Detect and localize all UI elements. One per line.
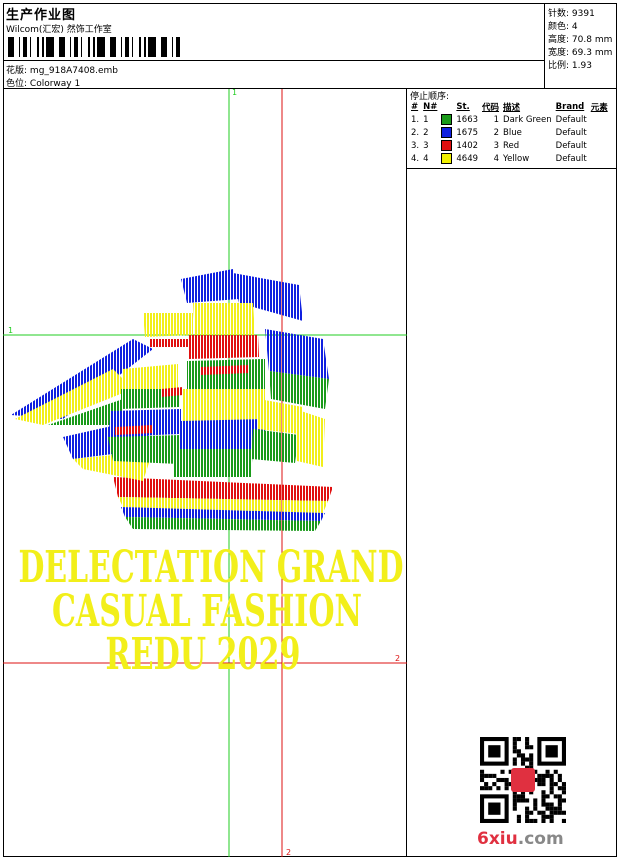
design-text-line-3: REDU 2029: [106, 629, 301, 680]
guide-label-h1: 1: [8, 326, 13, 335]
color-swatch: [441, 140, 453, 151]
table-row: 3. 3 1402 3 Red Default: [411, 140, 587, 151]
guide-label-v1: 1: [232, 89, 237, 97]
studio-name: Wilcom(汇宏) 然饰工作室: [6, 25, 112, 35]
table-row: 1. 1 1663 1 Dark Green Default: [411, 114, 587, 125]
colorway-line: 色位: Colorway 1: [6, 76, 80, 89]
stat-width: 宽度: 69.3 mm: [548, 48, 613, 58]
file-label: 花版:: [6, 66, 28, 76]
stat-scale: 比例: 1.93: [548, 61, 592, 71]
file-name: mg_918A7408.emb: [29, 66, 119, 76]
stat-height: 高度: 70.8 mm: [548, 35, 613, 45]
stat-stitches: 针数: 9391: [548, 9, 595, 19]
brand-watermark: 6xiu.com: [477, 829, 564, 849]
colorway-label: 色位:: [6, 79, 28, 89]
guide-label-h2: 2: [395, 654, 400, 663]
qr-code: [480, 737, 566, 823]
color-swatch: [441, 153, 453, 164]
color-table: # N# St. 代码 描述 Brand 元素 1. 1 1663 1 Dark G…: [409, 100, 610, 165]
color-table-header: # N# St. 代码 描述 Brand 元素: [411, 101, 608, 113]
color-swatch: [441, 114, 453, 125]
table-row: 4. 4 4649 4 Yellow Default: [411, 153, 587, 164]
divider: [3, 60, 545, 61]
barcode: [8, 37, 180, 57]
colorway-name: Colorway 1: [29, 79, 81, 89]
file-line: 花版: mg_918A7408.emb: [6, 63, 118, 76]
table-row: 2. 2 1675 2 Blue Default: [411, 127, 587, 138]
ship-illustration: [11, 269, 333, 531]
stat-colors: 颜色: 4: [548, 22, 578, 32]
guide-label-v2: 2: [286, 848, 291, 857]
color-swatch: [441, 127, 453, 138]
page-title: 生产作业图: [6, 8, 77, 23]
design-text: DELECTATION GRAND CASUAL FASHION REDU 20…: [19, 542, 404, 680]
embroidery-design: 1 1 2 2 DELECTATION GRAND CASUAL FASHION…: [3, 89, 407, 857]
